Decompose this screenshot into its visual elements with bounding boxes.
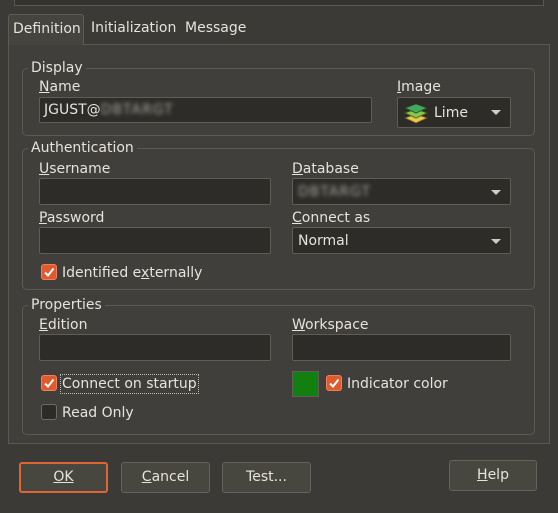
password-label: Password (39, 210, 105, 226)
image-value: Lime (434, 105, 468, 121)
indicator-color-swatch[interactable] (292, 371, 319, 397)
test-button-label: Test... (246, 469, 287, 485)
username-label: Username (39, 161, 111, 177)
cancel-button-label-rest: ancel (151, 469, 190, 485)
indicator-color-checkbox[interactable] (326, 375, 342, 391)
connect-as-select[interactable]: Normal (292, 227, 511, 254)
password-input[interactable] (39, 227, 271, 254)
read-only-checkbox[interactable] (41, 404, 57, 420)
workspace-input[interactable] (292, 334, 511, 361)
name-value-prefix: JGUST@ (44, 102, 101, 118)
window-top-edge (14, 0, 544, 6)
layers-icon (403, 103, 429, 128)
display-legend: Display (28, 60, 86, 76)
connect-as-value: Normal (298, 233, 349, 249)
identified-externally-checkbox[interactable] (41, 264, 57, 280)
help-button[interactable]: Help (449, 460, 537, 491)
database-value-obscured: DBTARGT (298, 184, 372, 200)
ok-button[interactable]: OK (19, 462, 108, 493)
indicator-color-label[interactable]: Indicator color (347, 376, 448, 392)
checkmark-icon (329, 378, 340, 389)
edition-input[interactable] (39, 334, 271, 361)
username-input[interactable] (39, 178, 271, 205)
name-value-obscured: DBTARGT (100, 102, 174, 118)
tab-definition[interactable]: Definition (8, 14, 84, 45)
authentication-legend: Authentication (28, 140, 137, 156)
tab-initialization-label: Initialization (91, 20, 177, 36)
identified-externally-label[interactable]: Identified externally (62, 265, 202, 281)
chevron-down-icon (491, 110, 501, 115)
connect-on-startup-checkbox[interactable] (41, 375, 57, 391)
tab-message-label: Message (185, 20, 247, 36)
database-label: Database (292, 161, 359, 177)
checkmark-icon (44, 378, 55, 389)
ok-button-label: OK (53, 469, 74, 485)
tab-message[interactable]: Message (181, 14, 251, 44)
chevron-down-icon (491, 239, 501, 244)
test-button[interactable]: Test... (222, 462, 311, 493)
read-only-label[interactable]: Read Only (62, 405, 134, 421)
cancel-button[interactable]: Cancel (121, 462, 210, 493)
image-label: Image (397, 79, 441, 95)
chevron-down-icon (491, 190, 501, 195)
tab-definition-label: Definition (13, 21, 81, 37)
help-button-label-rest: elp (487, 467, 509, 483)
name-input[interactable]: JGUST@DBTARGT (39, 97, 372, 123)
checkmark-icon (44, 267, 55, 278)
edition-label: Edition (39, 317, 88, 333)
connect-as-label: Connect as (292, 210, 371, 226)
connect-on-startup-label[interactable]: Connect on startup (60, 374, 199, 394)
database-select[interactable]: DBTARGT (292, 178, 511, 205)
image-select[interactable]: Lime (397, 97, 511, 128)
name-label-rest: ame (49, 79, 81, 95)
name-label: Name (39, 79, 81, 95)
workspace-label: Workspace (292, 317, 369, 333)
properties-legend: Properties (28, 297, 105, 313)
tab-initialization[interactable]: Initialization (87, 14, 183, 44)
